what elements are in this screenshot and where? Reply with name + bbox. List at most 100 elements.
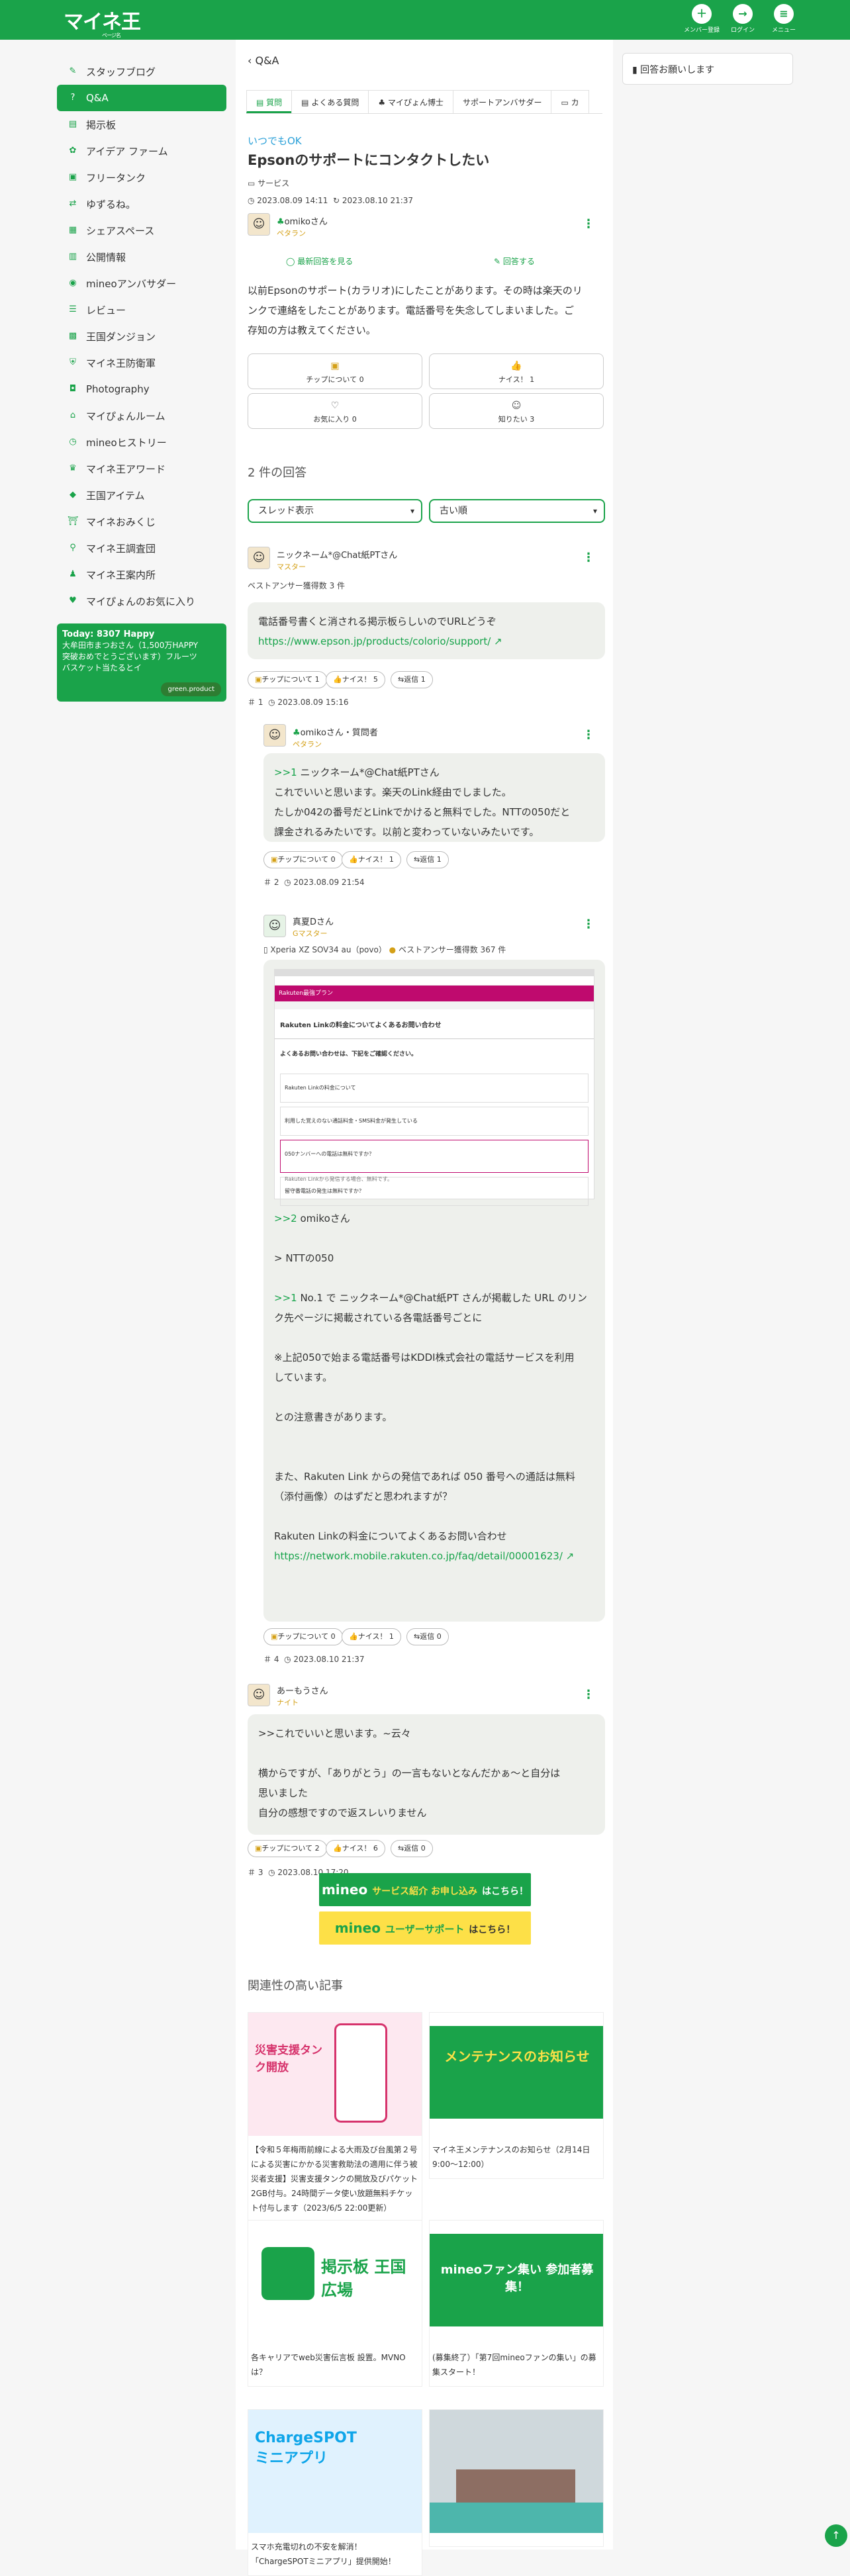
support-banner[interactable]: mineo ユーザーサポート はこちら！ <box>319 1911 531 1945</box>
login-button[interactable]: → ログイン <box>723 4 763 34</box>
service-banner[interactable]: mineo サービス紹介 お申し込み はこちら！ <box>319 1873 531 1906</box>
related-card[interactable] <box>429 2409 604 2547</box>
sidebar-item-award[interactable]: ♛ マイネ王アワード <box>57 455 226 482</box>
avatar[interactable]: ☺ <box>263 724 286 747</box>
answer-text: >>これでいいと思います。~云々 <box>258 1727 411 1739</box>
nice-button[interactable]: 👍ナイス！ 5 <box>326 671 385 688</box>
more-options-icon[interactable]: ⋮ <box>583 1688 594 1702</box>
tab-more[interactable]: ▭ カ <box>551 90 589 113</box>
reply-count-button[interactable]: ⇆返信 0 <box>406 1628 449 1645</box>
sidebar-item-board[interactable]: ▤ 掲示板 <box>57 111 226 138</box>
nice-button[interactable]: 👍ナイス！ 1 <box>342 1628 401 1645</box>
tab-ambassador[interactable]: サポートアンバサダー <box>452 90 552 113</box>
chip-button[interactable]: ▣チップについて 2 <box>248 1840 327 1857</box>
sidebar-item-defense[interactable]: ⛨ マイネ王防衛軍 <box>57 349 226 376</box>
thread-view-select[interactable]: スレッド表示 <box>248 499 422 523</box>
answer-meta: ＃ 1 ◷ 2023.08.09 15:16 <box>248 698 349 707</box>
sidebar-item-favorite[interactable]: ♥ マイぴょんのお気に入り <box>57 588 226 614</box>
sidebar-item-idea[interactable]: ✿ アイデア ファーム <box>57 138 226 164</box>
award-icon: ♛ <box>69 463 77 473</box>
chip-button[interactable]: ▣チップについて 1 <box>248 671 327 688</box>
sidebar-item-room[interactable]: ⌂ マイぴょんルーム <box>57 402 226 429</box>
related-card[interactable]: 災害支援タンク開放 【令和５年梅雨前線による大雨及び台風第２号による災害にかかる… <box>248 2012 422 2223</box>
chat-icon: ◯ <box>286 257 298 266</box>
more-options-icon[interactable]: ⋮ <box>583 917 594 931</box>
attached-screenshot[interactable]: Rakuten最強プラン Rakuten Linkの料金についてよくあるお問い合… <box>274 969 594 1206</box>
request-answer-box[interactable]: ▮ 回答お願いします <box>622 53 793 85</box>
tab-question[interactable]: ▤ 質問 <box>246 90 293 113</box>
related-card[interactable]: メンテナンスのお知らせ マイネ王メンテナンスのお知らせ（2月14日 9:00〜1… <box>429 2012 604 2179</box>
related-card[interactable]: mineoファン集い 参加者募集！ (募集終了）「第7回mineoファンの集い」… <box>429 2220 604 2387</box>
answer-link[interactable]: https://www.epson.jp/products/colorio/su… <box>258 635 491 647</box>
sidebar-item-history[interactable]: ◷ mineoヒストリー <box>57 429 226 455</box>
faq-link[interactable]: https://network.mobile.rakuten.co.jp/faq… <box>274 1550 563 1562</box>
more-options-icon[interactable]: ⋮ <box>583 551 594 565</box>
sidebar-item-yuzurune[interactable]: ⇄ ゆずるね。 <box>57 191 226 217</box>
sidebar-item-survey[interactable]: ⚲ マイネ王調査団 <box>57 535 226 561</box>
avatar[interactable]: ☺ <box>248 1684 270 1706</box>
sidebar-item-public[interactable]: ▥ 公開情報 <box>57 244 226 270</box>
chip-button[interactable]: ▣チップについて 0 <box>248 353 422 389</box>
more-options-icon[interactable]: ⋮ <box>583 728 594 742</box>
sidebar-item-review[interactable]: ☰ レビュー <box>57 297 226 323</box>
avatar[interactable]: ☺ <box>248 213 270 236</box>
clock-icon: ◷ <box>268 698 278 707</box>
sidebar-item-share[interactable]: ▦ シェアスペース <box>57 217 226 244</box>
view-latest-button[interactable]: ◯ 最新回答を見る <box>286 255 353 267</box>
sidebar-item-omikuji[interactable]: ⛩ マイネおみくじ <box>57 508 226 535</box>
member-register-button[interactable]: ＋ メンバー登録 <box>682 4 722 34</box>
category[interactable]: ▭ サービス <box>248 177 289 189</box>
chip-button[interactable]: ▣チップについて 0 <box>263 1628 343 1645</box>
more-options-icon[interactable]: ⋮ <box>583 217 594 231</box>
question-user[interactable]: ♣omikoさん <box>277 214 328 227</box>
banner-brand: mineo <box>334 1920 381 1936</box>
quote-link[interactable]: >>1 <box>274 766 297 778</box>
site-logo[interactable]: マイネ王 ページ名 <box>64 5 141 39</box>
nice-button[interactable]: 👍ナイス！ 1 <box>429 353 604 389</box>
sidebar-item-blog[interactable]: ✎ スタッフブログ <box>57 58 226 85</box>
quote-link[interactable]: >>2 <box>274 1213 297 1224</box>
sidebar-item-item[interactable]: ◆ 王国アイテム <box>57 482 226 508</box>
tab-bar: ▤ 質問 ▤ よくある質問 ♣ マイぴょん博士 サポートアンバサダー ▭ カ <box>246 90 602 114</box>
chip-button[interactable]: ▣チップについて 0 <box>263 851 343 868</box>
nice-button[interactable]: 👍ナイス！ 6 <box>326 1840 385 1857</box>
reply-user[interactable]: ♣omikoさん・質問者 <box>293 725 378 738</box>
answer-user[interactable]: あーもうさん <box>277 1684 328 1696</box>
blog-icon: ✎ <box>69 66 77 76</box>
chip-label: チップについて 2 <box>261 1844 320 1853</box>
sidebar-item-label: 王国ダンジョン <box>86 330 156 343</box>
menu-button[interactable]: ≡ メニュー <box>764 4 804 34</box>
tab-doctor[interactable]: ♣ マイぴょん博士 <box>368 90 453 113</box>
answer-text: 思いました <box>258 1787 308 1799</box>
sidebar-item-dungeon[interactable]: ▩ 王国ダンジョン <box>57 323 226 349</box>
avatar[interactable]: ☺ <box>263 915 286 937</box>
sidebar-item-qa[interactable]: ? Q&A <box>57 85 226 111</box>
sidebar-item-tank[interactable]: ▣ フリータンク <box>57 164 226 191</box>
answer-user[interactable]: ニックネーム*@Chat紙PTさん <box>277 548 397 561</box>
sort-order-select[interactable]: 古い順 <box>429 499 605 523</box>
sidebar-item-ambassador[interactable]: ◉ mineoアンバサダー <box>57 270 226 297</box>
reply-count-button[interactable]: ⇆返信 1 <box>406 851 449 868</box>
nice-button[interactable]: 👍ナイス！ 1 <box>342 851 401 868</box>
avatar[interactable]: ☺ <box>248 547 270 569</box>
happy-promo[interactable]: Today: 8307 Happy 大牟田市まつおさん（1,500万HAPPY … <box>57 623 226 702</box>
favorite-button[interactable]: ♡ お気に入り 0 <box>248 393 422 429</box>
related-card[interactable]: 掲示板 王国広場 各キャリアでweb災害伝言板 設置。MVNOは？ <box>248 2220 422 2387</box>
related-card[interactable]: ChargeSPOT ミニアプリ スマホ充電切れの不安を解消！「ChargeSP… <box>248 2409 422 2576</box>
sidebar-item-guide[interactable]: ♟ マイネ王案内所 <box>57 561 226 588</box>
faq-icon: ▤ <box>301 98 312 107</box>
want-know-button[interactable]: ☺ 知りたい 3 <box>429 393 604 429</box>
breadcrumb[interactable]: ‹ Q&A <box>248 54 279 67</box>
card-text: マイネ王メンテナンスのお知らせ（2月14日 9:00〜12:00） <box>432 2145 590 2169</box>
reply-user[interactable]: 真夏Dさん <box>293 915 334 927</box>
tab-faq[interactable]: ▤ よくある質問 <box>291 90 369 113</box>
main-content: ‹ Q&A ▤ 質問 ▤ よくある質問 ♣ マイぴょん博士 サポートアンバサダー… <box>236 40 613 2576</box>
quote-link[interactable]: >>1 <box>274 1292 297 1304</box>
scroll-top-button[interactable]: ↑ <box>825 2524 847 2547</box>
reply-button[interactable]: ✎ 回答する <box>494 255 535 267</box>
browser-tabs <box>275 976 594 986</box>
reply-count-button[interactable]: ⇆返信 1 <box>391 671 433 688</box>
reply-count-button[interactable]: ⇆返信 0 <box>391 1840 433 1857</box>
sidebar-item-photography[interactable]: ◘ Photography <box>57 376 226 402</box>
